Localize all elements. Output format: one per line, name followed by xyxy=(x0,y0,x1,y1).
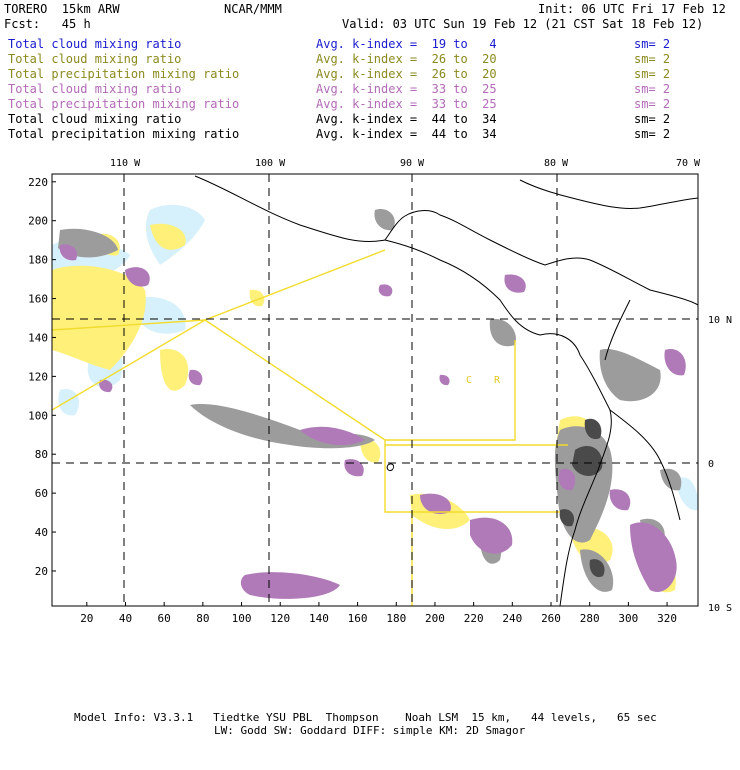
legend-row-2-kindex: Avg. k-index = 26 to 20 xyxy=(316,52,497,66)
x-tick-label: 320 xyxy=(657,612,677,625)
x-tick-label: 300 xyxy=(618,612,638,625)
legend-row-3-field: Total precipitation mixing ratio xyxy=(8,67,240,81)
y-tick-label: 180 xyxy=(28,254,48,267)
y-tick-label: 140 xyxy=(28,331,48,344)
x-tick-label: 80 xyxy=(196,612,209,625)
legend-row-1-sm: sm= 2 xyxy=(634,37,671,51)
legend-row-5-kindex: Avg. k-index = 33 to 25 xyxy=(316,97,497,111)
x-tick-label: 200 xyxy=(425,612,445,625)
y-tick-label: 100 xyxy=(28,409,48,422)
init-time: Init: 06 UTC Fri 17 Feb 12 xyxy=(538,2,726,16)
lat-label-10s: 10 S xyxy=(708,603,732,614)
x-tick-label: 240 xyxy=(502,612,522,625)
legend-row-3-kindex: Avg. k-index = 26 to 20 xyxy=(316,67,497,81)
y-tick-label: 200 xyxy=(28,215,48,228)
forecast-hour: Fcst: 45 h xyxy=(4,17,91,31)
x-tick-label: 280 xyxy=(580,612,600,625)
legend-row-7-field: Total precipitation mixing ratio xyxy=(8,127,240,141)
legend-row-3-sm: sm= 2 xyxy=(634,67,671,81)
x-tick-label: 260 xyxy=(541,612,561,625)
x-tick-label: 180 xyxy=(386,612,406,625)
legend-row-6-kindex: Avg. k-index = 44 to 34 xyxy=(316,112,497,126)
legend-row-7-sm: sm= 2 xyxy=(634,127,671,141)
region-letter-r: R xyxy=(494,375,501,386)
x-tick-label: 100 xyxy=(232,612,252,625)
legend-row-4-field: Total cloud mixing ratio xyxy=(8,82,182,96)
legend-row-4-kindex: Avg. k-index = 33 to 25 xyxy=(316,82,497,96)
legend-row-1-field: Total cloud mixing ratio xyxy=(8,37,182,51)
weather-map: 110 W 100 W 90 W 80 W 70 W 10 N 0 10 S C… xyxy=(28,158,732,625)
lat-label-0: 0 xyxy=(708,459,714,470)
lon-label-100w: 100 W xyxy=(255,158,286,169)
legend-row-7-kindex: Avg. k-index = 44 to 34 xyxy=(316,127,497,141)
region-letter-c: C xyxy=(466,375,472,386)
x-tick-label: 20 xyxy=(80,612,93,625)
valid-time: Valid: 03 UTC Sun 19 Feb 12 (21 CST Sat … xyxy=(342,17,704,31)
footer-physics-info: LW: Godd SW: Goddard DIFF: simple KM: 2D… xyxy=(214,724,526,737)
y-tick-label: 60 xyxy=(35,487,48,500)
legend-row-5-sm: sm= 2 xyxy=(634,97,671,111)
legend-row-2-field: Total cloud mixing ratio xyxy=(8,52,182,66)
legend-row-6-sm: sm= 2 xyxy=(634,112,671,126)
legend-row-2-sm: sm= 2 xyxy=(634,52,671,66)
legend-row-5-field: Total precipitation mixing ratio xyxy=(8,97,240,111)
model-title: TORERO 15km ARW xyxy=(4,2,120,16)
lon-label-110w: 110 W xyxy=(110,158,141,169)
x-tick-label: 160 xyxy=(348,612,368,625)
x-tick-label: 140 xyxy=(309,612,329,625)
y-tick-label: 120 xyxy=(28,370,48,383)
lon-label-70w: 70 W xyxy=(676,158,701,169)
y-tick-label: 40 xyxy=(35,526,48,539)
center-name: NCAR/MMM xyxy=(224,2,282,16)
y-tick-label: 80 xyxy=(35,448,48,461)
legend-row-4-sm: sm= 2 xyxy=(634,82,671,96)
x-tick-label: 60 xyxy=(158,612,171,625)
x-tick-label: 40 xyxy=(119,612,132,625)
x-tick-label: 220 xyxy=(464,612,484,625)
footer-model-info: Model Info: V3.3.1 Tiedtke YSU PBL Thomp… xyxy=(74,711,657,724)
y-tick-label: 220 xyxy=(28,176,48,189)
lon-label-80w: 80 W xyxy=(544,158,569,169)
y-tick-label: 160 xyxy=(28,293,48,306)
x-tick-label: 120 xyxy=(270,612,290,625)
legend-row-6-field: Total cloud mixing ratio xyxy=(8,112,182,126)
gray-cloud-layer xyxy=(58,209,682,592)
x-axis-ticks: 20 40 60 80 100 120 140 160 180 200 220 240 260 280 30… xyxy=(80,602,677,625)
lat-label-10n: 10 N xyxy=(708,315,732,326)
legend-row-1-kindex: Avg. k-index = 19 to 4 xyxy=(316,37,497,51)
lon-label-90w: 90 W xyxy=(400,158,425,169)
y-tick-label: 20 xyxy=(35,565,48,578)
